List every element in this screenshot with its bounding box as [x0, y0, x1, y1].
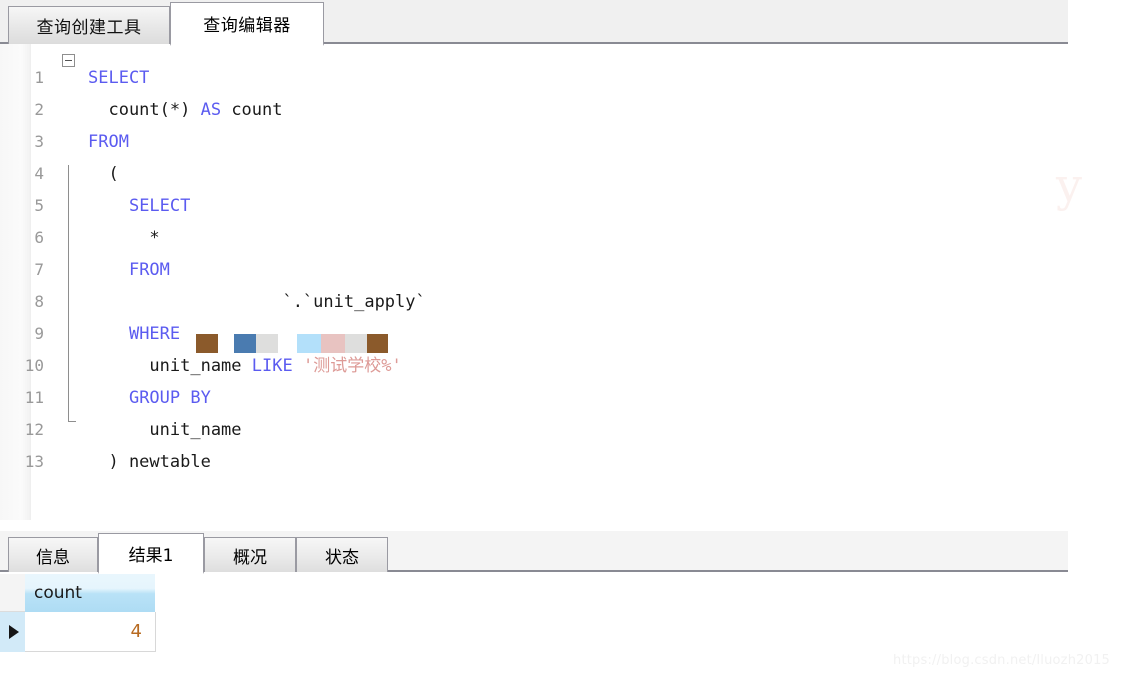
code-line-text: GROUP BY	[88, 382, 211, 414]
grid-cell-value: 4	[130, 621, 142, 642]
code-line[interactable]: 6 *	[0, 222, 1068, 254]
code-token-kw: SELECT	[128, 196, 191, 216]
line-number: 10	[24, 356, 44, 375]
redaction-block	[256, 334, 278, 353]
line-number: 11	[24, 388, 44, 407]
code-line-text: unit_name	[88, 414, 242, 446]
code-token-kw: FROM	[88, 132, 129, 152]
redaction-block	[345, 334, 367, 353]
redaction-block	[218, 334, 234, 353]
tab-result-1[interactable]: 结果1	[98, 533, 204, 574]
grid-column-header-count[interactable]: count	[25, 574, 156, 612]
tab-info-label: 信息	[36, 547, 70, 568]
code-line[interactable]: 2 count(*) AS count	[0, 94, 1068, 126]
line-number: 12	[24, 420, 44, 439]
code-fold-line-end	[68, 421, 76, 422]
tab-result-1-label: 结果1	[128, 545, 174, 566]
tab-query-builder[interactable]: 查询创建工具	[8, 6, 170, 44]
code-line-text: `.`unit_apply`	[88, 286, 426, 318]
line-number: 9	[34, 324, 44, 343]
code-token-plain: unit_name	[88, 420, 242, 440]
code-token-plain: *	[88, 228, 160, 248]
tab-query-builder-label: 查询创建工具	[36, 18, 142, 38]
tab-query-editor-label: 查询编辑器	[203, 16, 291, 36]
table-row[interactable]: 4	[25, 612, 156, 652]
code-line-text: SELECT	[88, 190, 190, 222]
code-token-kw: LIKE	[251, 356, 293, 376]
redacted-database-name	[196, 334, 388, 353]
redaction-block	[278, 334, 297, 353]
line-number: 13	[24, 452, 44, 471]
code-line-text: count(*) AS count	[88, 94, 283, 126]
redaction-block	[234, 334, 256, 353]
code-token-kw: AS	[200, 100, 222, 120]
code-line-text: SELECT	[88, 62, 149, 94]
redaction-block	[367, 334, 388, 353]
tab-status-label: 状态	[325, 547, 359, 568]
code-token-kw: SELECT	[88, 68, 150, 88]
code-token-plain: `.`unit_apply`	[88, 292, 426, 312]
code-token-kw: GROUP BY	[128, 388, 211, 408]
code-line[interactable]: 5 SELECT	[0, 190, 1068, 222]
code-line[interactable]: 13 ) newtable	[0, 446, 1068, 478]
code-line-text: *	[88, 222, 160, 254]
line-number: 2	[34, 100, 44, 119]
code-line-text: unit_name LIKE '测试学校%'	[88, 350, 402, 382]
code-line-text: (	[88, 158, 119, 190]
line-number: 1	[34, 68, 44, 87]
code-line[interactable]: 9 WHERE	[0, 318, 1068, 350]
current-row-triangle-icon	[8, 625, 19, 639]
code-token-plain: ) newtable	[88, 452, 211, 472]
code-token-kw: WHERE	[128, 324, 181, 344]
code-line-text: FROM	[88, 126, 129, 158]
code-token-plain: (	[88, 164, 119, 184]
code-token-kw: FROM	[128, 260, 170, 280]
code-line-text: WHERE	[88, 318, 180, 350]
code-line[interactable]: 10 unit_name LIKE '测试学校%'	[0, 350, 1068, 382]
code-line[interactable]: 8 `.`unit_apply`	[0, 286, 1068, 318]
sql-editor-panel[interactable]: 1 SELECT 2 count(*) AS count 3 FROM 4 (5 SELE…	[0, 44, 1068, 520]
grid-corner-cell	[0, 574, 25, 612]
code-fold-line	[68, 165, 69, 421]
results-tabstrip: 信息 结果1 概况 状态	[0, 531, 1068, 574]
tab-query-editor[interactable]: 查询编辑器	[170, 2, 324, 46]
tab-profile[interactable]: 概况	[204, 537, 296, 572]
watermark-url: https://blog.csdn.net/lluozh2015	[893, 653, 1111, 668]
code-token-str: '测试学校%'	[302, 356, 402, 376]
line-number: 6	[34, 228, 44, 247]
tab-status[interactable]: 状态	[296, 537, 388, 572]
redaction-block	[196, 334, 218, 353]
redaction-block	[321, 334, 345, 353]
tab-info[interactable]: 信息	[8, 537, 98, 572]
line-number: 7	[34, 260, 44, 279]
redaction-block	[297, 334, 321, 353]
code-token-plain: count	[221, 100, 283, 120]
code-line-text: ) newtable	[88, 446, 211, 478]
code-line[interactable]: 11 GROUP BY	[0, 382, 1068, 414]
code-line[interactable]: 3 FROM	[0, 126, 1068, 158]
code-line[interactable]: 1 SELECT	[0, 62, 1068, 94]
code-line[interactable]: 12 unit_name	[0, 414, 1068, 446]
code-line[interactable]: 4 (	[0, 158, 1068, 190]
sql-code-area[interactable]: 1 SELECT 2 count(*) AS count 3 FROM 4 (5 SELE…	[0, 62, 1068, 478]
code-line-text: FROM	[88, 254, 170, 286]
table-row-header[interactable]	[0, 612, 25, 652]
code-line[interactable]: 7 FROM	[0, 254, 1068, 286]
line-number: 8	[34, 292, 44, 311]
line-number: 5	[34, 196, 44, 215]
code-fold-collapse-icon[interactable]	[62, 54, 75, 67]
code-token-plain: count(*)	[88, 100, 201, 120]
line-number: 3	[34, 132, 44, 151]
line-number: 4	[34, 164, 44, 183]
grid-column-header-label: count	[34, 583, 82, 603]
tab-profile-label: 概况	[233, 547, 267, 568]
code-token-plain: unit_name	[88, 356, 252, 376]
watermark-fragment: y	[1056, 158, 1082, 212]
query-editor-tabstrip: 查询创建工具 查询编辑器	[0, 0, 1068, 46]
